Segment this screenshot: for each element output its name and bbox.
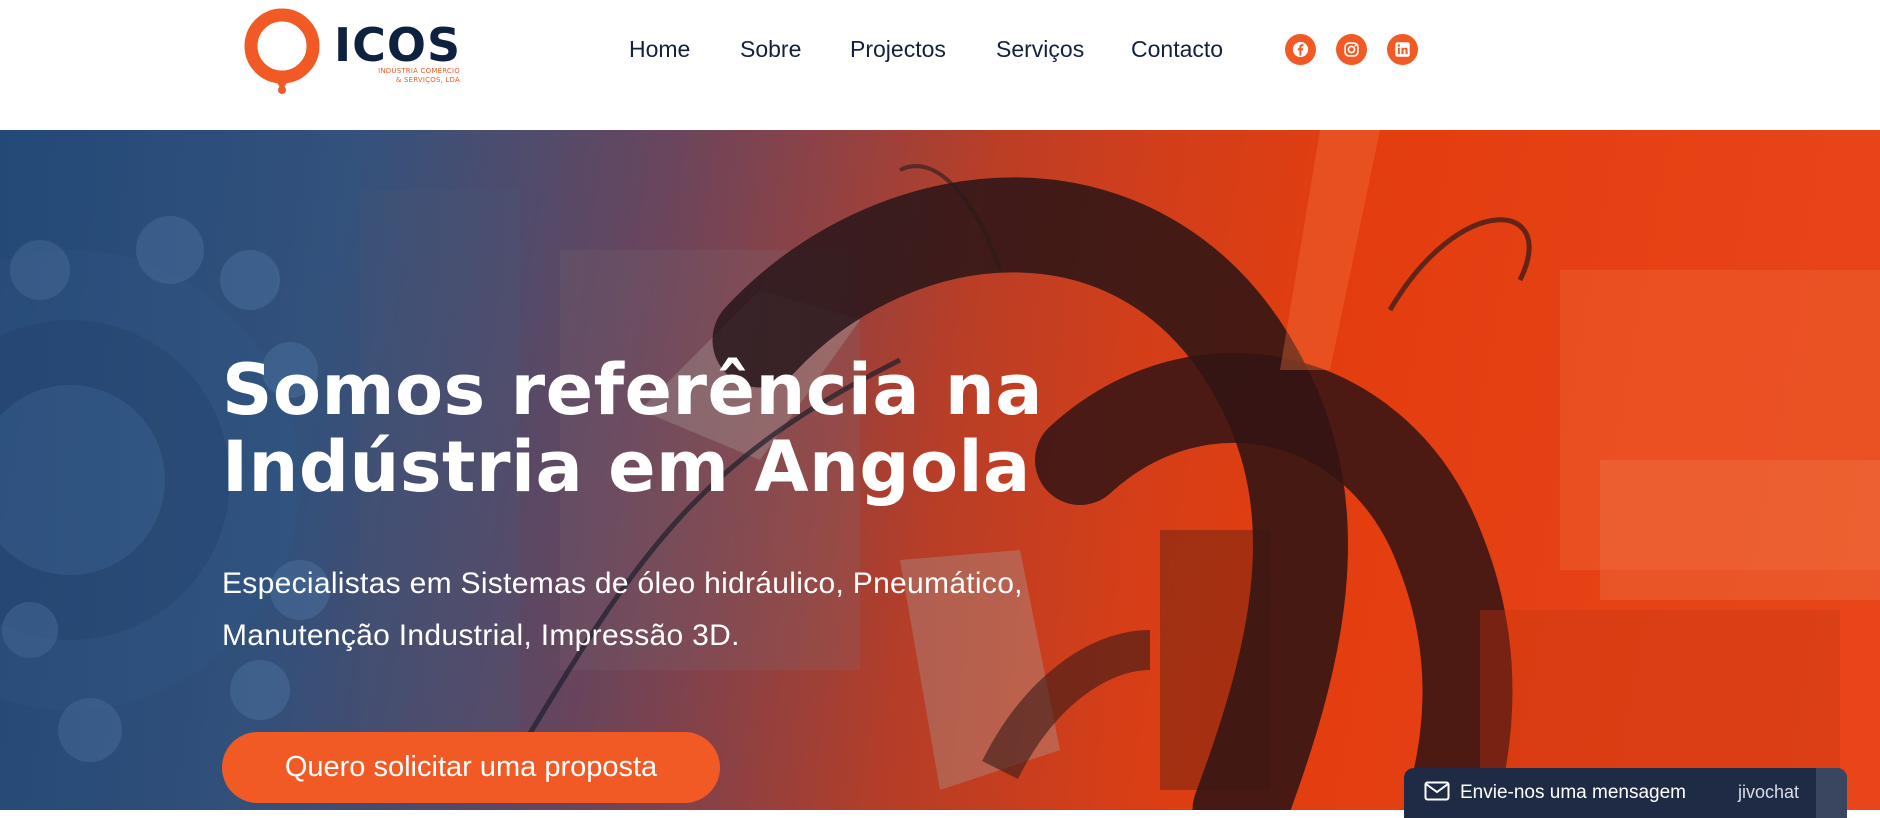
logo-tagline-line1: INDÚSTRIA COMÉRCIO	[378, 67, 460, 75]
chat-widget[interactable]: Envie-nos uma mensagem jivochat	[1404, 768, 1847, 818]
request-proposal-button[interactable]: Quero solicitar uma proposta	[222, 732, 720, 803]
linkedin-link[interactable]	[1387, 34, 1418, 65]
hero-title-line2: Indústria em Angola	[222, 426, 1031, 508]
facebook-link[interactable]	[1285, 34, 1316, 65]
site-header: ICOS INDÚSTRIA COMÉRCIO & SERVIÇOS, LDA …	[0, 0, 1880, 130]
chat-widget-corner	[1816, 768, 1847, 818]
instagram-link[interactable]	[1336, 34, 1367, 65]
nav-servicos[interactable]: Serviços	[996, 34, 1084, 64]
logo-wordmark: ICOS	[334, 18, 462, 72]
linkedin-icon	[1395, 42, 1410, 57]
facebook-icon	[1292, 41, 1309, 58]
hero-title-line1: Somos referência na	[222, 349, 1043, 431]
logo-tagline-line2: & SERVIÇOS, LDA	[395, 76, 460, 84]
nav-contacto[interactable]: Contacto	[1131, 34, 1223, 64]
hero-section: Somos referência na Indústria em Angola …	[0, 130, 1880, 810]
hero-subtitle: Especialistas em Sistemas de óleo hidráu…	[222, 558, 1122, 662]
envelope-icon	[1424, 781, 1450, 801]
hero-subtitle-line2: Manutenção Industrial, Impressão 3D.	[222, 619, 740, 652]
logo-tagline: INDÚSTRIA COMÉRCIO & SERVIÇOS, LDA	[368, 67, 460, 85]
hero-subtitle-line1: Especialistas em Sistemas de óleo hidráu…	[222, 567, 1023, 600]
hero-title: Somos referência na Indústria em Angola	[222, 352, 1122, 506]
nav-sobre[interactable]: Sobre	[740, 34, 801, 64]
instagram-icon	[1344, 42, 1359, 57]
nav-home[interactable]: Home	[629, 34, 690, 64]
site-logo[interactable]: ICOS INDÚSTRIA COMÉRCIO & SERVIÇOS, LDA	[242, 8, 462, 96]
drop-ring-logo-icon	[244, 8, 320, 94]
chat-brand: jivochat	[1738, 782, 1800, 802]
chat-label: Envie-nos uma mensagem	[1460, 782, 1686, 803]
nav-projectos[interactable]: Projectos	[850, 34, 946, 64]
